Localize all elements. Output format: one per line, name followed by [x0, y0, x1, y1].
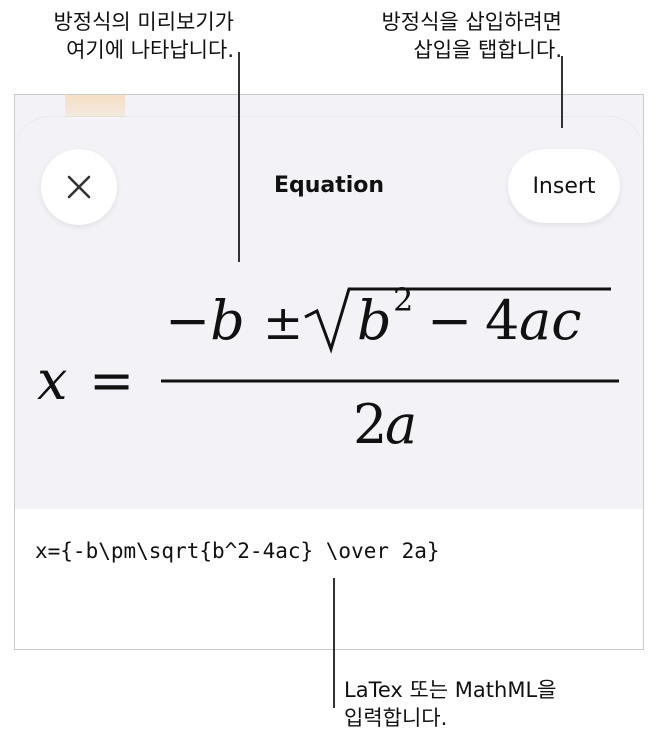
callout-input-line1: LaTex 또는 MathML을	[344, 678, 557, 702]
callout-insert-line1: 방정식을 삽입하려면	[381, 10, 562, 34]
eq-num-pm: ±	[263, 295, 303, 351]
eq-num-ac: ac	[519, 289, 581, 352]
eq-num-b: b	[357, 289, 392, 352]
callout-preview: 방정식의 미리보기가 여기에 나타납니다.	[6, 8, 234, 64]
eq-den-2: 2	[353, 393, 387, 456]
callout-input-line2: 입력합니다.	[344, 706, 448, 730]
leader-line-insert	[561, 56, 563, 128]
leader-line-preview	[238, 52, 240, 262]
latex-editor[interactable]: x={-b\pm\sqrt{b^2-4ac} \over 2a}	[15, 509, 643, 649]
equation-sheet: Equation Insert x = −b ± b 2 − 4 ac 2 a …	[15, 117, 643, 649]
eq-equals: =	[89, 349, 134, 412]
leader-line-input	[333, 578, 335, 708]
background-app-tint	[65, 95, 125, 117]
callout-insert: 방정식을 삽입하려면 삽입을 탭합니다.	[290, 8, 562, 64]
equation-preview-render: x = −b ± b 2 − 4 ac 2 a	[37, 281, 619, 456]
eq-num-neg-b: −b	[165, 289, 245, 352]
callout-insert-line2: 삽입을 탭합니다.	[413, 38, 562, 62]
eq-den-a: a	[385, 393, 417, 456]
eq-lhs: x	[37, 349, 67, 412]
equation-preview: x = −b ± b 2 − 4 ac 2 a	[15, 253, 643, 513]
eq-num-minus: −	[427, 289, 472, 352]
callout-preview-line2: 여기에 나타납니다.	[66, 38, 234, 62]
callout-input: LaTex 또는 MathML을 입력합니다.	[344, 676, 644, 732]
callout-preview-line1: 방정식의 미리보기가	[53, 10, 234, 34]
screenshot-frame: Equation Insert x = −b ± b 2 − 4 ac 2 a …	[14, 94, 644, 650]
eq-num-4: 4	[485, 289, 519, 352]
eq-num-exp: 2	[393, 281, 413, 319]
latex-input-text[interactable]: x={-b\pm\sqrt{b^2-4ac} \over 2a}	[35, 539, 440, 563]
insert-button[interactable]: Insert	[508, 149, 620, 223]
